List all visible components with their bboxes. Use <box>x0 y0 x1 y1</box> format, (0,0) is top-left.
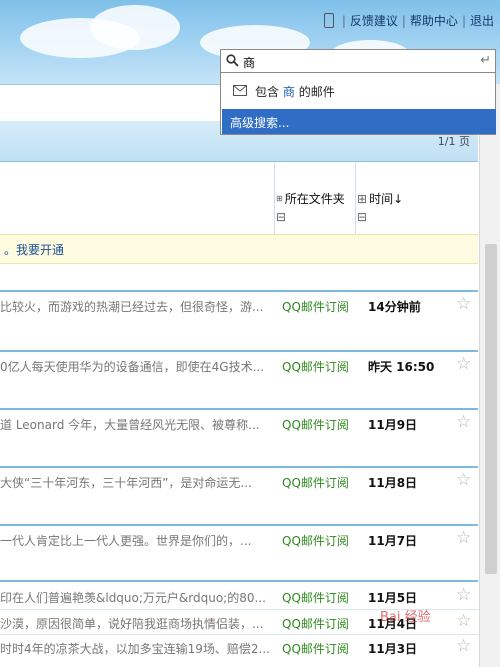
page-indicator: 1/1 页 <box>437 135 470 148</box>
search-input[interactable] <box>241 52 475 72</box>
envelope-icon <box>233 85 247 96</box>
top-nav: | 反馈建议 | 帮助中心 | 退出 <box>323 12 494 29</box>
feedback-link[interactable]: 反馈建议 <box>350 12 398 29</box>
help-link[interactable]: 帮助中心 <box>410 12 458 29</box>
cloud-decoration <box>90 5 180 50</box>
star-icon[interactable]: ☆ <box>456 636 471 656</box>
row-subject[interactable]: 一代人肯定比上一代人更强。世界是你们的，... <box>0 532 270 549</box>
advanced-search-label: 高级搜索... <box>230 116 290 130</box>
row-subject[interactable]: 印在人们普遍艳羡&ldquo;万元户&rdquo;的80... <box>0 589 270 606</box>
star-icon[interactable]: ☆ <box>456 354 471 374</box>
time-column-header[interactable]: ⊞ 时间↓ <box>357 190 403 207</box>
row-folder: QQ邮件订阅 <box>282 617 349 631</box>
activate-link[interactable]: 。我要开通 <box>4 241 64 258</box>
star-icon[interactable]: ☆ <box>456 412 471 432</box>
row-time: 11月8日 <box>368 476 418 490</box>
expand-icon[interactable]: ⊞ <box>357 192 367 206</box>
row-time: 11月3日 <box>368 642 418 656</box>
suggestion-keyword: 商 <box>282 85 295 99</box>
row-time: 11月9日 <box>368 418 418 432</box>
table-row[interactable]: 比较火，而游戏的热潮已经过去，但很奇怪，游... QQ邮件订阅 14分钟前 ☆ <box>0 292 478 318</box>
row-folder: QQ邮件订阅 <box>282 476 349 490</box>
row-subject[interactable]: 比较火，而游戏的热潮已经过去，但很奇怪，游... <box>0 298 270 315</box>
table-row[interactable]: 道 Leonard 今年，大量曾经风光无限、被尊称... QQ邮件订阅 11月9… <box>0 410 478 436</box>
row-subject[interactable]: 时时4年的凉茶大战，以加多宝连输19场、赔偿2... <box>0 640 270 657</box>
expand-icon[interactable]: ⊞ <box>276 195 283 203</box>
folder-column-header[interactable]: ⊞ 所在文件夹 <box>276 190 345 207</box>
row-subject[interactable]: 道 Leonard 今年，大量曾经风光无限、被尊称... <box>0 416 270 433</box>
search-icon <box>226 54 239 67</box>
row-folder: QQ邮件订阅 <box>282 591 349 605</box>
star-icon[interactable]: ☆ <box>456 528 471 548</box>
table-row[interactable]: 大侠“三十年河东，三十年河西”，是对命运无... QQ邮件订阅 11月8日 ☆ <box>0 468 478 494</box>
row-subject[interactable]: 大侠“三十年河东，三十年河西”，是对命运无... <box>0 474 270 491</box>
table-row[interactable]: 0亿人每天使用华为的设备通信，即使在4G技术... QQ邮件订阅 昨天 16:5… <box>0 352 478 378</box>
watermark: Bai 经验 <box>380 610 431 625</box>
vertical-scrollbar[interactable] <box>479 84 500 667</box>
table-row[interactable]: 时时4年的凉茶大战，以加多宝连输19场、赔偿2... QQ邮件订阅 11月3日 … <box>0 634 478 660</box>
star-icon[interactable]: ☆ <box>456 294 471 314</box>
row-time: 14分钟前 <box>368 300 421 314</box>
collapse-glyph: ⊟ <box>276 210 287 224</box>
row-folder: QQ邮件订阅 <box>282 534 349 548</box>
column-divider <box>274 162 275 234</box>
nav-separator: | <box>341 13 346 28</box>
star-icon[interactable]: ☆ <box>456 585 471 605</box>
row-folder: QQ邮件订阅 <box>282 300 349 314</box>
row-folder: QQ邮件订阅 <box>282 642 349 656</box>
collapse-glyph: ⊟ <box>357 210 368 224</box>
suggestion-text: 包含 商 的邮件 <box>255 83 335 100</box>
mobile-icon[interactable] <box>323 13 334 28</box>
suggestion-suffix: 的邮件 <box>298 85 335 99</box>
column-header <box>0 162 478 234</box>
notice-bar: 。我要开通 <box>0 234 478 264</box>
row-separator <box>0 580 478 582</box>
row-folder: QQ邮件订阅 <box>282 360 349 374</box>
logout-link[interactable]: 退出 <box>470 12 494 29</box>
column-divider <box>355 162 356 234</box>
collapse-icon[interactable]: ⊟ <box>276 210 286 224</box>
time-column-label: 时间↓ <box>369 192 404 206</box>
advanced-search-item[interactable]: 高级搜索... <box>222 109 496 134</box>
nav-separator: | <box>401 13 406 28</box>
star-icon[interactable]: ☆ <box>456 611 471 631</box>
table-row[interactable]: 一代人肯定比上一代人更强。世界是你们的，... QQ邮件订阅 11月7日 ☆ <box>0 526 478 552</box>
nav-separator: | <box>461 13 466 28</box>
enter-icon[interactable]: ↵ <box>480 53 491 68</box>
row-time: 昨天 16:50 <box>368 360 435 374</box>
row-time: 11月5日 <box>368 591 418 605</box>
scrollbar-thumb[interactable] <box>485 244 497 574</box>
suggestion-item[interactable]: 包含 商 的邮件 <box>221 81 495 103</box>
row-folder: QQ邮件订阅 <box>282 418 349 432</box>
star-icon[interactable]: ☆ <box>456 470 471 490</box>
suggestion-prefix: 包含 <box>255 85 280 99</box>
row-subject[interactable]: 沙漠，原因很简单，说好陪我逛商场执情侣装，... <box>0 615 270 632</box>
search-box[interactable]: ↵ <box>220 49 496 73</box>
row-subject[interactable]: 0亿人每天使用华为的设备通信，即使在4G技术... <box>0 358 270 375</box>
row-time: 11月7日 <box>368 534 418 548</box>
search-suggestions: 包含 商 的邮件 高级搜索... <box>220 73 496 135</box>
folder-column-label: 所在文件夹 <box>284 192 345 206</box>
collapse-icon[interactable]: ⊟ <box>357 210 367 224</box>
